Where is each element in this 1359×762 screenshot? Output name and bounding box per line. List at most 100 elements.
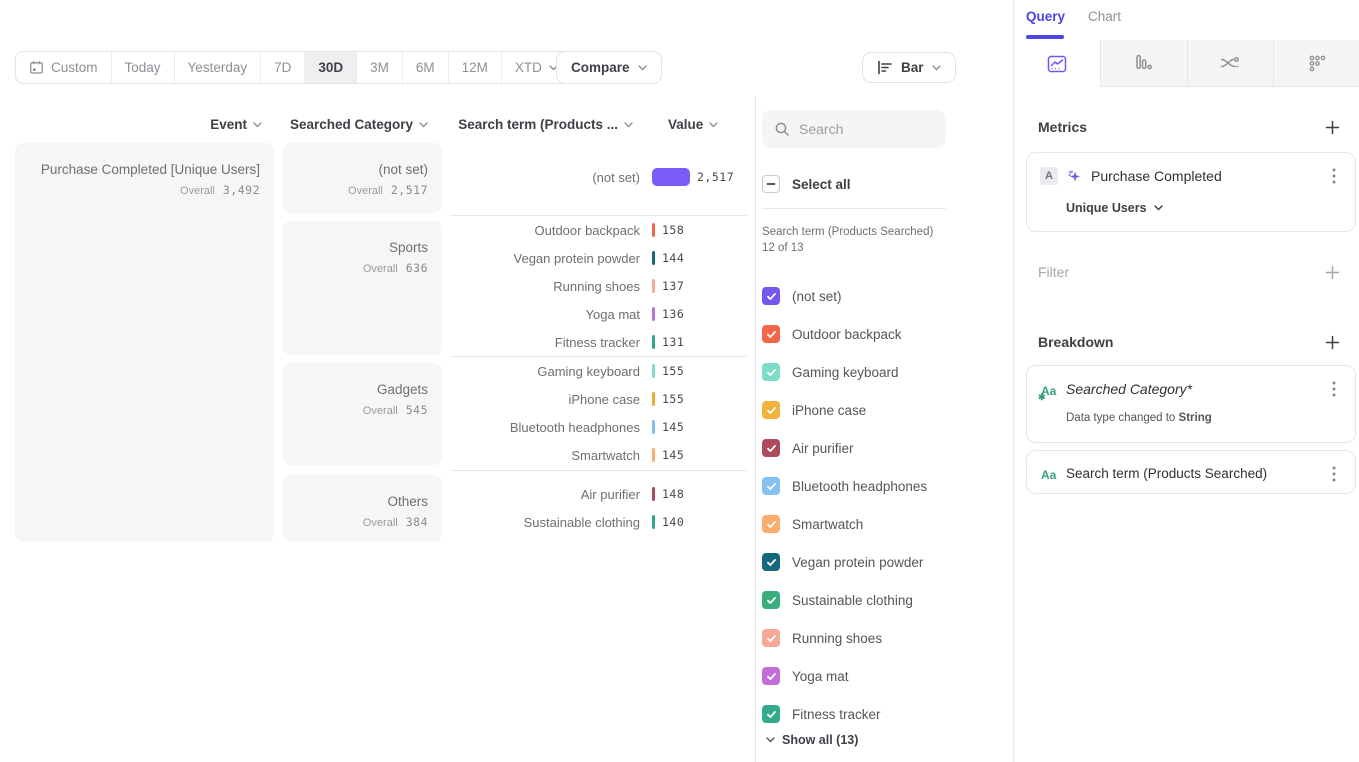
filter-item[interactable]: Gaming keyboard <box>762 353 992 391</box>
date-range-7d[interactable]: 7D <box>261 52 305 83</box>
add-filter-button[interactable] <box>1325 265 1340 280</box>
table-row[interactable]: Outdoor backpack 158 <box>450 216 747 244</box>
category-cell-not-set[interactable]: (not set) Overall2,517 <box>283 143 442 213</box>
table-row[interactable]: Vegan protein powder 144 <box>450 244 747 272</box>
metric-name: Purchase Completed <box>1091 168 1222 184</box>
value-bar <box>652 448 655 462</box>
value-bar <box>652 223 655 237</box>
select-all[interactable]: Select all <box>762 173 851 195</box>
table-row[interactable]: Bluetooth headphones 145 <box>450 413 747 441</box>
table-row[interactable]: (not set) 2,517 <box>450 163 747 191</box>
checkbox-icon[interactable] <box>762 401 780 419</box>
tab-flow-report[interactable] <box>1188 40 1275 87</box>
column-header-searched-category[interactable]: Searched Category <box>283 117 428 132</box>
add-metric-button[interactable] <box>1325 120 1340 135</box>
category-cell-gadgets[interactable]: Gadgets Overall545 <box>283 363 442 465</box>
date-range-label: Custom <box>51 60 98 75</box>
category-cell-others[interactable]: Others Overall384 <box>283 475 442 542</box>
checkbox-icon[interactable] <box>762 591 780 609</box>
filter-item[interactable]: Outdoor backpack <box>762 315 992 353</box>
value-bar <box>652 420 655 434</box>
tab-query[interactable]: Query <box>1026 9 1065 24</box>
date-range-6m[interactable]: 6M <box>403 52 449 83</box>
measure-dropdown[interactable]: Unique Users <box>1066 201 1163 215</box>
filter-item[interactable]: iPhone case <box>762 391 992 429</box>
tab-insights-chart[interactable] <box>1014 40 1101 87</box>
checkbox-icon[interactable] <box>762 287 780 305</box>
date-range-30d[interactable]: 30D <box>305 52 357 83</box>
table-row[interactable]: Fitness tracker 131 <box>450 328 747 356</box>
string-property-icon: Aa✱ <box>1041 384 1056 398</box>
value-bar <box>652 487 655 501</box>
breakdown-heading: Breakdown <box>1038 334 1113 350</box>
tab-bar-report[interactable] <box>1101 40 1188 87</box>
chevron-down-icon <box>932 65 941 71</box>
value-bar <box>652 307 655 321</box>
checkbox-icon[interactable] <box>762 629 780 647</box>
category-cell-sports[interactable]: Sports Overall636 <box>283 221 442 355</box>
date-range-yesterday[interactable]: Yesterday <box>175 52 262 83</box>
query-sidebar: Query Chart <box>1013 0 1359 762</box>
table-row[interactable]: Running shoes 137 <box>450 272 747 300</box>
checkbox-icon[interactable] <box>762 667 780 685</box>
filter-item[interactable]: Fitness tracker <box>762 695 992 733</box>
breakdown-card-searched-category[interactable]: Aa✱ Searched Category* Data type changed… <box>1026 365 1356 443</box>
event-name: Purchase Completed [Unique Users] <box>25 161 260 179</box>
event-cell[interactable]: Purchase Completed [Unique Users] Overal… <box>15 143 274 542</box>
table-row[interactable]: iPhone case 155 <box>450 385 747 413</box>
value-bar <box>652 364 655 378</box>
event-sparkle-icon <box>1066 168 1083 185</box>
filter-item[interactable]: Air purifier <box>762 429 992 467</box>
search-input[interactable] <box>799 121 929 137</box>
column-header-event[interactable]: Event <box>15 117 262 132</box>
panel-divider <box>755 96 756 762</box>
checkbox-icon[interactable] <box>762 363 780 381</box>
date-range-today[interactable]: Today <box>112 52 175 83</box>
chevron-down-icon <box>638 65 647 71</box>
add-breakdown-button[interactable] <box>1325 335 1340 350</box>
filter-item[interactable]: Smartwatch <box>762 505 992 543</box>
show-all-toggle[interactable]: Show all (13) <box>766 733 858 747</box>
kebab-menu-icon[interactable] <box>1326 167 1342 185</box>
breakdown-card-search-term[interactable]: Aa Search term (Products Searched) <box>1026 450 1356 494</box>
table-row[interactable]: Yoga mat 136 <box>450 300 747 328</box>
search-box[interactable] <box>762 110 946 148</box>
table-row[interactable]: Gaming keyboard 155 <box>450 357 747 385</box>
table-row[interactable]: Air purifier 148 <box>450 480 747 508</box>
kebab-menu-icon[interactable] <box>1326 465 1342 483</box>
date-range-12m[interactable]: 12M <box>449 52 502 83</box>
chevron-down-icon <box>624 122 633 128</box>
filter-item[interactable]: Running shoes <box>762 619 992 657</box>
chevron-down-icon <box>419 122 428 128</box>
checkbox-icon[interactable] <box>762 553 780 571</box>
bar-columns-icon <box>1135 54 1153 72</box>
filter-item[interactable]: (not set) <box>762 277 992 315</box>
compare-button[interactable]: Compare <box>556 51 662 84</box>
value-bar <box>652 279 655 293</box>
tab-chart[interactable]: Chart <box>1088 9 1121 24</box>
indeterminate-checkbox-icon[interactable] <box>762 175 780 193</box>
metric-card[interactable]: A Purchase Completed Unique Users <box>1026 152 1356 232</box>
checkbox-icon[interactable] <box>762 515 780 533</box>
checkbox-icon[interactable] <box>762 439 780 457</box>
column-header-value[interactable]: Value <box>668 117 718 132</box>
checkbox-icon[interactable] <box>762 705 780 723</box>
chart-type-dropdown[interactable]: Bar <box>862 52 956 83</box>
column-header-search-term[interactable]: Search term (Products ... <box>450 117 633 132</box>
line-chart-icon <box>1047 55 1067 73</box>
value-bar <box>652 335 655 349</box>
value-bar <box>652 251 655 265</box>
checkbox-icon[interactable] <box>762 477 780 495</box>
date-range-custom[interactable]: Custom <box>16 52 112 83</box>
tab-retention-report[interactable] <box>1274 40 1359 87</box>
table-row[interactable]: Sustainable clothing 140 <box>450 508 747 536</box>
table-row[interactable]: Smartwatch 145 <box>450 441 747 469</box>
date-range-3m[interactable]: 3M <box>357 52 403 83</box>
filter-item[interactable]: Vegan protein powder <box>762 543 992 581</box>
filter-item[interactable]: Bluetooth headphones <box>762 467 992 505</box>
dots-grid-icon <box>1309 55 1326 72</box>
kebab-menu-icon[interactable] <box>1326 380 1342 398</box>
filter-item[interactable]: Sustainable clothing <box>762 581 992 619</box>
checkbox-icon[interactable] <box>762 325 780 343</box>
filter-item[interactable]: Yoga mat <box>762 657 992 695</box>
